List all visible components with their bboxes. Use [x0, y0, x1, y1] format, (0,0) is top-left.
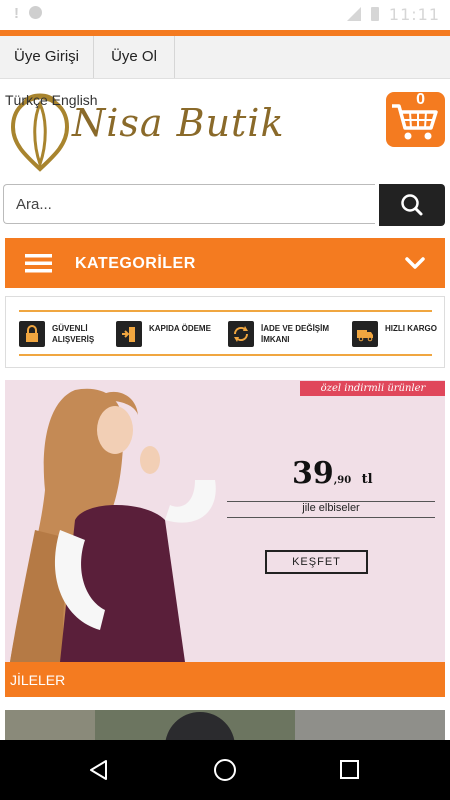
- refresh-icon: [228, 321, 254, 347]
- truck-icon: [352, 321, 378, 347]
- feature-divider-top: [19, 310, 432, 312]
- model-photo: [10, 388, 216, 662]
- section-title-bar[interactable]: JİLELER: [5, 662, 445, 697]
- discover-button[interactable]: KEŞFET: [265, 550, 368, 574]
- lock-icon: [19, 321, 45, 347]
- search-button[interactable]: [379, 184, 445, 226]
- category-menu-title: KATEGORİLER: [75, 255, 196, 272]
- notification-icons: !: [14, 5, 42, 22]
- feature-label: İADE VE DEĞİŞİM İMKANI: [261, 324, 330, 344]
- price-unit: tl: [361, 472, 373, 487]
- service-features: GÜVENLİ ALIŞVERİŞ KAPIDA ÖDEME İADE VE D…: [5, 296, 445, 368]
- feature-label: HIZLI KARGO: [385, 324, 437, 333]
- top-nav: Üye Girişi Üye Ol: [0, 36, 450, 79]
- feature-fast-shipping: HIZLI KARGO: [352, 318, 437, 348]
- cart-button[interactable]: 0: [386, 91, 445, 147]
- product-thumbnail[interactable]: [295, 710, 445, 740]
- door-icon: [116, 321, 142, 347]
- search-icon: [401, 194, 423, 216]
- search-bar: [3, 184, 445, 226]
- feature-label: GÜVENLİ ALIŞVERİŞ: [52, 324, 95, 344]
- clock: 11:11: [388, 5, 440, 24]
- feature-cash-on-delivery: KAPIDA ÖDEME: [116, 318, 216, 348]
- banner-caption: jile elbiseler: [302, 502, 360, 514]
- feature-divider-bottom: [19, 354, 432, 356]
- feature-return-exchange: İADE VE DEĞİŞİM İMKANI: [228, 318, 338, 348]
- brand-name[interactable]: Nisa Butik: [72, 101, 285, 145]
- price-main: 39: [292, 456, 334, 491]
- status-bar: ! 11:11: [0, 0, 450, 30]
- alert-icon: !: [14, 5, 19, 22]
- cart-count-badge: 0: [416, 91, 425, 108]
- promo-tag: özel indirmli ürünler: [300, 381, 445, 396]
- price-cents: ,90: [333, 475, 352, 486]
- battery-icon: [370, 7, 379, 21]
- search-input[interactable]: [3, 184, 375, 224]
- category-menu-bar[interactable]: KATEGORİLER: [5, 238, 445, 288]
- site-header: Türkçe English Nisa Butik 0: [0, 79, 450, 179]
- back-icon[interactable]: [88, 759, 110, 781]
- signal-icon: [346, 7, 361, 21]
- sync-icon: [29, 6, 42, 19]
- caption-line-bottom: [227, 517, 435, 518]
- hamburger-menu-icon[interactable]: [25, 254, 52, 273]
- promo-banner[interactable]: özel indirmli ürünler 39,90 tl jile elbi…: [5, 380, 445, 662]
- chevron-down-icon[interactable]: [404, 255, 426, 271]
- home-icon[interactable]: [213, 758, 237, 782]
- system-nav-bar: [0, 740, 450, 800]
- feature-label: KAPIDA ÖDEME: [149, 324, 211, 333]
- recents-icon[interactable]: [339, 759, 361, 781]
- feature-secure-shopping: GÜVENLİ ALIŞVERİŞ: [19, 318, 109, 348]
- product-thumbnails: [5, 710, 445, 740]
- login-link[interactable]: Üye Girişi: [0, 36, 94, 78]
- price: 39,90 tl: [292, 456, 373, 491]
- product-thumbnail[interactable]: [5, 710, 295, 740]
- register-link[interactable]: Üye Ol: [94, 36, 175, 78]
- system-status: 11:11: [346, 5, 440, 24]
